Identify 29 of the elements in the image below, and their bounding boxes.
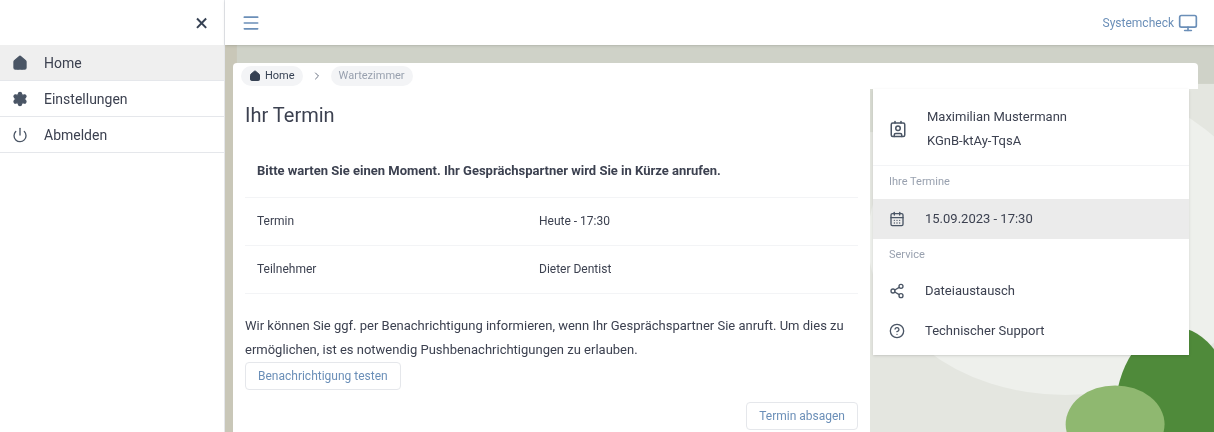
profile-code: KGnB-ktAy-TqsA — [927, 132, 1023, 150]
sidebar-item[interactable]: Home — [0, 45, 224, 81]
test-notification-button[interactable]: Benachrichtigung testen — [245, 361, 401, 390]
home-icon — [12, 54, 28, 71]
cancel-appointment-button[interactable]: Termin absagen — [746, 402, 858, 430]
info-text: Wir können Sie ggf. per Benachrichtigung informieren, wenn Ihr Gesprächspartner Sie anruft. Um dies zu ermöglichen, ist es notwendig Pushbenachrichtigungen zu erlauben. — [245, 316, 845, 359]
card-title: Ihr Termin — [245, 102, 336, 129]
contact-card-icon — [889, 120, 907, 138]
help-icon — [889, 323, 905, 339]
breadcrumb-item[interactable]: Home — [241, 65, 303, 87]
service-item[interactable]: Technischer Support — [873, 311, 1189, 351]
service-item[interactable]: Dateiaustausch — [873, 271, 1189, 311]
row-label: Termin — [257, 213, 296, 229]
section-heading: Ihre Termine — [873, 165, 1189, 199]
power-icon — [12, 126, 28, 143]
share-icon — [889, 283, 905, 299]
systemcheck-link[interactable]: Systemcheck — [1102, 12, 1198, 33]
close-button[interactable]: × — [195, 10, 208, 35]
profile-name: Maximilian Mustermann — [927, 108, 1067, 126]
gear-icon — [12, 90, 28, 107]
row-label: Teilnehmer — [257, 261, 318, 277]
row-value: Dieter Dentist — [539, 261, 612, 277]
appointment-item[interactable]: 15.09.2023 - 17:30 — [873, 198, 1189, 239]
monitor-icon — [1178, 12, 1198, 33]
row-value: Heute - 17:30 — [539, 213, 610, 229]
section-heading: Service — [888, 246, 926, 263]
calendar-icon — [889, 210, 905, 227]
home-icon — [249, 70, 261, 82]
notice-text: Bitte warten Sie einen Moment. Ihr Gesprächspartner wird Sie in Kürze anrufen. — [245, 161, 858, 198]
